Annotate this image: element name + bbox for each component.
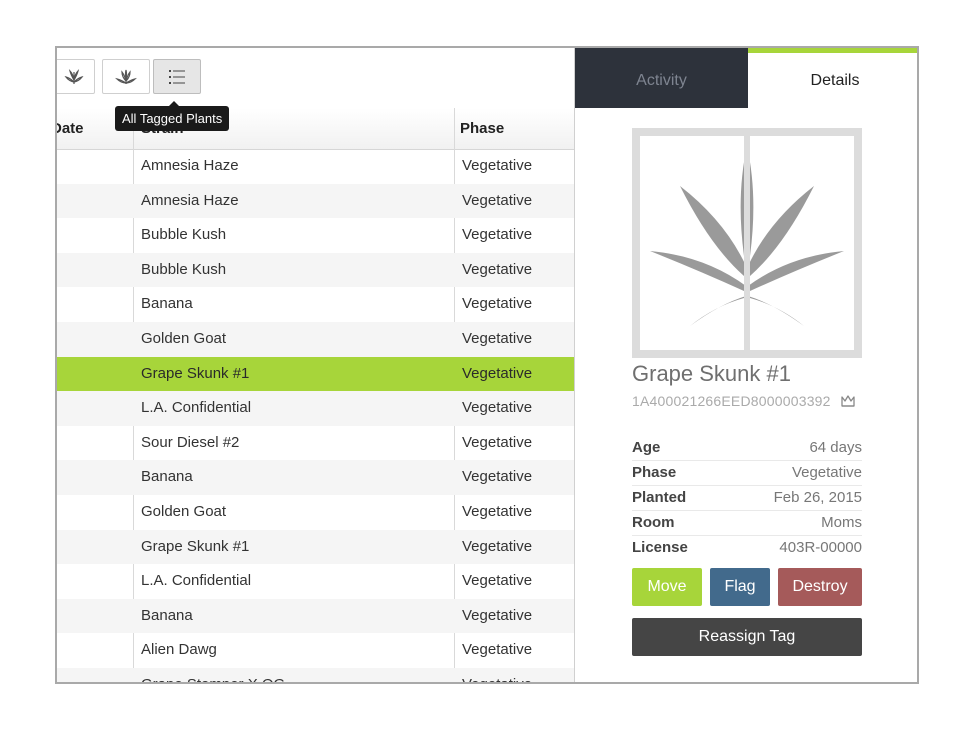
list-view-button[interactable] (153, 59, 201, 94)
strain-cell: Banana (141, 606, 193, 624)
phase-cell: Vegetative (462, 191, 533, 209)
plants-filter-button[interactable] (102, 59, 150, 94)
table-row[interactable]: Banana Vegetative (57, 287, 574, 322)
info-label: Planted (632, 489, 687, 506)
table-row[interactable]: L.A. Confidential Vegetative (57, 391, 574, 426)
leaf-icon (64, 68, 84, 84)
phase-cell: Vegetative (462, 468, 533, 486)
phase-cell: Vegetative (462, 329, 533, 347)
strain-cell: Banana (141, 468, 193, 486)
strain-cell: Bubble Kush (141, 260, 227, 278)
tab-details[interactable]: Details (748, 48, 917, 108)
reassign-tag-button[interactable]: Reassign Tag (632, 618, 862, 656)
info-row-age: Age 64 days (632, 436, 862, 461)
column-header-phase[interactable]: Phase (460, 108, 504, 149)
info-label: Age (632, 439, 661, 456)
leaf-filter-button[interactable] (57, 59, 95, 94)
tab-activity[interactable]: Activity (575, 48, 748, 108)
move-button[interactable]: Move (632, 568, 702, 606)
info-value: Moms (821, 514, 862, 531)
strain-cell: Golden Goat (141, 502, 227, 520)
table-row[interactable]: Alien Dawg Vegetative (57, 633, 574, 668)
tag-number: 1A400021266EED8000003392 (632, 393, 831, 409)
info-row-phase: Phase Vegetative (632, 461, 862, 486)
plant-photo (632, 128, 862, 358)
phase-cell: Vegetative (462, 572, 533, 590)
strain-cell: Grape Stomper X OG (141, 668, 285, 682)
strain-cell: Golden Goat (141, 329, 227, 347)
crown-icon (840, 393, 856, 412)
info-label: License (632, 539, 688, 556)
destroy-button[interactable]: Destroy (778, 568, 862, 606)
phase-cell: Vegetative (462, 668, 532, 682)
phase-cell: Vegetative (462, 364, 533, 382)
info-value: Vegetative (791, 464, 862, 481)
strain-cell: Alien Dawg (141, 641, 217, 659)
tooltip: All Tagged Plants (115, 101, 230, 131)
cannabis-leaf-icon (650, 136, 844, 350)
phase-cell: Vegetative (462, 502, 533, 520)
table-row[interactable]: Bubble Kush Vegetative (57, 252, 574, 288)
phase-cell: Vegetative (462, 260, 533, 278)
app-frame: All Tagged Plants Date Strain Phase Amne… (55, 46, 919, 684)
info-value: Feb 26, 2015 (773, 489, 862, 506)
table-row[interactable]: Golden Goat Vegetative (57, 495, 574, 530)
phase-cell: Vegetative (462, 295, 533, 313)
flag-button[interactable]: Flag (710, 568, 770, 606)
info-row-room: Room Moms (632, 511, 862, 536)
phase-cell: Vegetative (462, 399, 533, 417)
strain-cell: Sour Diesel #2 (141, 433, 240, 451)
table-row[interactable]: Banana Vegetative (57, 460, 574, 495)
strain-cell: Bubble Kush (141, 226, 227, 244)
table-row[interactable]: L.A. Confidential Vegetative (57, 564, 574, 599)
strain-cell: L.A. Confidential (141, 399, 252, 417)
table-row[interactable]: Amnesia Haze Vegetative (57, 149, 574, 184)
info-label: Phase (632, 464, 677, 481)
phase-cell: Vegetative (462, 641, 533, 659)
table-row[interactable]: Banana Vegetative (57, 598, 574, 634)
table-row[interactable]: Grape Skunk #1 Vegetative (57, 356, 574, 392)
list-icon (169, 69, 185, 84)
leaves-icon (115, 69, 137, 84)
details-panel: Activity Details Grape Skunk #1 1A400021… (574, 48, 917, 682)
info-row-planted: Planted Feb 26, 2015 (632, 486, 862, 511)
table-row[interactable]: Bubble Kush Vegetative (57, 218, 574, 253)
table-row[interactable]: Amnesia Haze Vegetative (57, 183, 574, 219)
phase-cell: Vegetative (462, 226, 533, 244)
toolbar (57, 48, 574, 109)
info-value: 64 days (809, 439, 862, 456)
info-row-license: License 403R-00000 (632, 536, 862, 560)
strain-cell: Amnesia Haze (141, 157, 239, 174)
phase-cell: Vegetative (462, 537, 533, 555)
table-row[interactable]: Grape Stomper X OG Vegetative (57, 667, 574, 682)
strain-cell: Grape Skunk #1 (141, 537, 250, 555)
phase-cell: Vegetative (462, 606, 533, 624)
table-row[interactable]: Golden Goat Vegetative (57, 321, 574, 357)
strain-cell: L.A. Confidential (141, 572, 252, 590)
plant-table-body: Amnesia Haze Vegetative Amnesia Haze Vegeta… (57, 149, 574, 682)
plant-list-panel: All Tagged Plants Date Strain Phase Amne… (57, 48, 574, 682)
phase-cell: Vegetative (462, 157, 533, 174)
table-row[interactable]: Sour Diesel #2 Vegetative (57, 426, 574, 461)
info-value: 403R-00000 (779, 539, 862, 556)
info-label: Room (632, 514, 675, 531)
table-row[interactable]: Grape Skunk #1 Vegetative (57, 529, 574, 565)
plant-info: Age 64 days Phase Vegetative Planted Feb… (632, 436, 862, 560)
strain-cell: Amnesia Haze (141, 191, 239, 209)
phase-cell: Vegetative (462, 433, 533, 451)
strain-cell: Banana (141, 295, 193, 313)
column-header-date[interactable]: Date (57, 108, 84, 149)
strain-cell: Grape Skunk #1 (141, 364, 250, 382)
plant-tag-id: 1A400021266EED8000003392 (632, 393, 856, 412)
plant-name: Grape Skunk #1 (632, 361, 791, 386)
